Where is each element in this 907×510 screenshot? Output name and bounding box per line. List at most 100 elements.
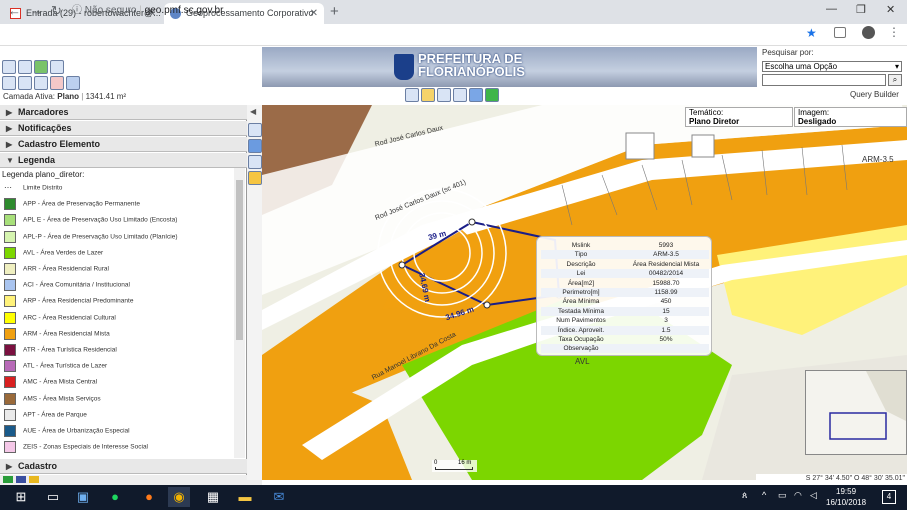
spotify-icon[interactable]: ● [104,487,126,507]
legend-swatch [4,295,16,308]
legend-label: Limite Distrito [23,184,63,192]
tematico-panel[interactable]: Temático: Plano Diretor [685,107,793,127]
legend-label: ATR - Área Turística Residencial [23,346,117,354]
section-cadastro-elemento[interactable]: ▶ Cadastro Elemento [0,137,247,152]
tematico-value: Plano Diretor [689,117,740,126]
firefox-icon[interactable]: ● [138,487,160,507]
expand-icon: ▶ [6,462,13,471]
table-icon[interactable] [453,88,467,102]
wifi-icon[interactable]: ◠ [794,490,802,501]
windows-start-icon[interactable]: ⊞ [10,487,32,507]
city-logo: PREFEITURA DE FLORIANÓPOLIS [418,52,536,82]
clear-icon[interactable] [50,76,64,90]
scale-zero: 0 [434,460,438,466]
legend-swatch [4,214,16,227]
calculator-icon[interactable]: ▦ [202,487,224,507]
forward-icon[interactable]: → [30,3,43,18]
info-row: Perimetro[m] 1158.99 [541,288,709,297]
minimize-button[interactable]: — [826,3,837,15]
legend-swatch [4,360,16,373]
legend-label: APP - Área de Preservação Permanente [23,200,140,208]
legend-scroll-thumb[interactable] [236,180,243,340]
warning-icon[interactable] [248,171,262,185]
brazil-flag-icon[interactable] [3,476,13,483]
power-icon[interactable] [485,88,499,102]
chrome-icon[interactable]: ◉ [168,487,190,507]
legend-swatch [4,425,16,437]
legend-label: AMS - Área Mista Serviços [23,395,101,403]
info-value: 450 [660,298,672,306]
info-row: Testada Mínima 15 [541,306,709,316]
zoom-box-icon[interactable] [18,76,32,90]
info-icon[interactable]: ⓘ [72,5,82,16]
cast-icon[interactable] [834,27,846,38]
section-legenda[interactable]: ▼ Legenda [0,153,247,168]
help-icon[interactable] [66,76,80,90]
task-view-icon[interactable]: ▭ [42,487,64,507]
uk-flag-icon[interactable] [16,476,26,483]
legend-label: ARM - Área Residencial Mista [23,330,110,338]
menu-icon[interactable]: ⋮ [888,25,900,39]
store-icon[interactable]: ▣ [72,487,94,507]
legend-swatch [4,230,16,243]
volume-icon[interactable]: ◁ [810,490,817,501]
search-icon[interactable]: ⌕ [888,74,902,86]
url-text: geo.pmf.sc.gov.br [144,5,224,16]
section-label: Cadastro Elemento [18,139,101,149]
maximize-button[interactable]: ❐ [856,3,866,16]
zoom-in-icon[interactable] [2,60,16,74]
system-clock[interactable]: 19:59 16/10/2018 [826,486,866,508]
network-icon[interactable]: ▭ [778,490,787,501]
imagem-panel[interactable]: Imagem: Desligado [794,107,907,127]
legend-label: ARR - Área Residencial Rural [23,265,109,273]
search-type-select[interactable]: Escolha uma Opção ▾ [762,61,902,72]
layers-icon[interactable] [50,60,64,74]
legend-swatch [4,311,16,324]
info-row: Área[m2] 15988.70 [541,279,709,288]
mail-icon[interactable]: ✉ [268,487,290,507]
tray-chevron-icon[interactable]: ^ [762,490,766,500]
info-key: Lei [576,270,586,278]
info-row: Tipo ARM-3.5 [541,250,709,260]
expand-icon: ▶ [6,124,13,133]
legend-title: Legenda plano_diretor: [2,170,85,179]
pin-icon[interactable] [248,139,262,153]
bookmark-icon[interactable] [421,88,435,102]
identify-icon[interactable] [248,123,262,137]
tematico-label: Temático: [689,108,724,117]
overview-minimap[interactable] [805,370,907,455]
people-icon[interactable]: ጰ [742,490,747,501]
info-key: Área[m2] [567,279,595,287]
reload-icon[interactable]: ↻ [51,3,62,19]
notification-icon[interactable]: 4 [882,490,896,504]
draw-icon[interactable] [437,88,451,102]
section-notificacoes[interactable]: ▶ Notificações [0,121,247,136]
windows-taskbar [0,485,907,510]
zoom-out-icon[interactable] [18,60,32,74]
pan-icon[interactable] [34,60,48,74]
print-icon[interactable] [405,88,419,102]
info-tool-icon[interactable] [469,88,483,102]
section-marcadores[interactable]: ▶ Marcadores [0,105,247,120]
legend-swatch [4,279,16,292]
legend-label: APT - Área de Parque [23,411,87,419]
back-icon[interactable]: ← [8,3,21,18]
query-builder-link[interactable]: Query Builder [850,90,899,99]
file-explorer-icon[interactable]: ▬ [234,487,256,507]
spain-flag-icon[interactable] [29,476,39,483]
url-input[interactable]: ⓘ Não seguro | geo.pmf.sc.gov.br [72,3,812,19]
avatar[interactable] [862,26,875,39]
section-cadastro[interactable]: ▶ Cadastro [0,459,247,474]
legend-item: ZEIS - Zonas Especiais de Interesse Soci… [4,441,232,457]
collapse-sidebar-icon[interactable]: ◀ [250,107,256,116]
collapse-icon: ▼ [6,156,14,165]
select-icon[interactable] [248,155,262,169]
measure-icon[interactable] [34,76,48,90]
address-bar-row [0,24,907,46]
zoom-extent-icon[interactable] [2,76,16,90]
info-value: 15988.70 [652,279,680,287]
star-icon[interactable]: ★ [806,26,817,40]
legend-label: ARC - Área Residencial Cultural [23,314,116,322]
close-window-button[interactable]: ✕ [886,3,895,16]
search-input[interactable] [762,74,886,86]
